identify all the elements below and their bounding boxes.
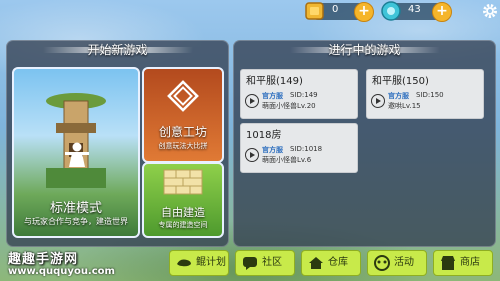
shop-button[interactable]: 商店 [433, 250, 493, 276]
creative-workshop-title: 创意工坊 [158, 125, 207, 139]
server-tag: 官方服 [388, 92, 409, 100]
gem-counter: 43 + [381, 1, 452, 22]
server-tag: 官方服 [262, 146, 283, 154]
owner-name: 萌面小怪兽Lv.20 [262, 102, 316, 110]
gem-coin-icon [381, 1, 401, 21]
events-button[interactable]: 活动 [367, 250, 427, 276]
whale-icon [177, 259, 191, 267]
owner-name: 邀哄Lv.15 [388, 102, 421, 110]
game-name: 和平服(150) [372, 76, 429, 87]
ongoing-games-panel: 进行中的游戏 和平服(149) 官方服 SID:149 萌面小怪兽Lv.20 和… [233, 40, 496, 247]
event-icon [374, 255, 390, 271]
game-slot[interactable]: 和平服(149) 官方服 SID:149 萌面小怪兽Lv.20 [240, 69, 358, 119]
whale-plan-button[interactable]: 鲲计划 [169, 250, 229, 276]
standard-mode-title: 标准模式 [49, 201, 102, 216]
tower-illustration [46, 93, 106, 188]
community-button[interactable]: 社区 [235, 250, 295, 276]
gem-value: 43 [408, 4, 421, 15]
add-gold-button[interactable]: + [354, 2, 374, 22]
storage-button[interactable]: 仓库 [301, 250, 361, 276]
shop-icon [441, 256, 455, 270]
ongoing-games-title: 进行中的游戏 [289, 39, 440, 61]
gear-icon[interactable] [482, 3, 498, 19]
game-name: 和平服(149) [246, 76, 303, 87]
gold-counter: 0 + [305, 2, 374, 22]
creative-workshop-subtitle: 创意玩法大比拼 [158, 142, 208, 150]
server-id: SID:150 [416, 91, 444, 99]
person-icon [65, 142, 89, 167]
new-game-panel: 开始新游戏 标准模式 与玩家合作与竞争，建造世界 创意工坊 创意玩法大比拼 自由… [6, 40, 229, 247]
play-icon[interactable] [245, 148, 259, 162]
chat-bubble-icon [243, 257, 257, 270]
new-game-title: 开始新游戏 [42, 39, 193, 61]
add-gem-button[interactable]: + [432, 2, 452, 22]
gold-value: 0 [332, 4, 339, 15]
free-build-subtitle: 专属的建造空间 [158, 221, 208, 229]
standard-mode-subtitle: 与玩家合作与竞争，建造世界 [24, 217, 128, 226]
brick-wall-icon [163, 169, 203, 195]
gold-ticket-icon [305, 2, 324, 20]
server-tag: 官方服 [262, 92, 283, 100]
play-icon[interactable] [245, 94, 259, 108]
standard-mode-card[interactable]: 标准模式 与玩家合作与竞争，建造世界 [12, 67, 140, 238]
house-icon [309, 257, 323, 269]
game-slot[interactable]: 1018房 官方服 SID:1018 萌面小怪兽Lv.6 [240, 123, 358, 173]
free-build-title: 自由建造 [161, 206, 205, 219]
play-icon[interactable] [371, 94, 385, 108]
server-id: SID:1018 [290, 145, 323, 153]
watermark-title: 趣趣手游网 [8, 252, 79, 267]
creative-workshop-card[interactable]: 创意工坊 创意玩法大比拼 [142, 67, 224, 163]
game-slot[interactable]: 和平服(150) 官方服 SID:150 邀哄Lv.15 [366, 69, 484, 119]
workshop-diamond-icon [167, 80, 199, 112]
free-build-card[interactable]: 自由建造 专属的建造空间 [142, 162, 224, 238]
watermark-url: www.ququyou.com [8, 266, 115, 277]
owner-name: 萌面小怪兽Lv.6 [262, 156, 312, 164]
game-name: 1018房 [246, 130, 282, 141]
server-id: SID:149 [290, 91, 318, 99]
